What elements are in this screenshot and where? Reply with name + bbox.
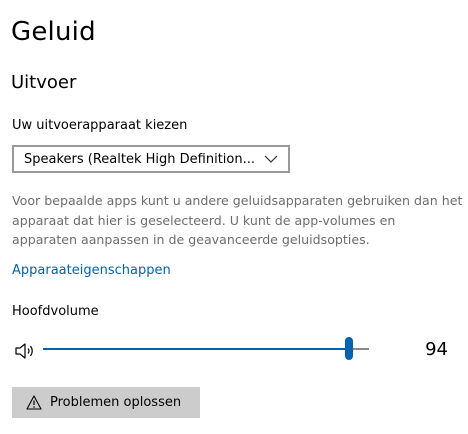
volume-value: 94 [425, 339, 448, 360]
speaker-icon[interactable] [14, 341, 38, 361]
page-title: Geluid [11, 17, 96, 47]
warning-icon [26, 395, 42, 410]
slider-track-fill [43, 348, 349, 350]
output-device-label: Uw uitvoerapparaat kiezen [12, 118, 188, 133]
master-volume-label: Hoofdvolume [12, 304, 99, 319]
device-properties-link[interactable]: Apparaateigenschappen [12, 263, 171, 278]
output-device-selected-value: Speakers (Realtek High Definition... [24, 151, 255, 167]
troubleshoot-label: Problemen oplossen [50, 395, 182, 410]
chevron-down-icon [260, 152, 282, 166]
output-description: Voor bepaalde apps kunt u andere geluids… [12, 193, 463, 247]
output-device-dropdown[interactable]: Speakers (Realtek High Definition... [12, 145, 290, 173]
troubleshoot-button[interactable]: Problemen oplossen [12, 387, 200, 418]
slider-thumb[interactable] [345, 337, 353, 360]
section-title-output: Uitvoer [11, 72, 77, 93]
master-volume-slider[interactable] [43, 337, 369, 361]
